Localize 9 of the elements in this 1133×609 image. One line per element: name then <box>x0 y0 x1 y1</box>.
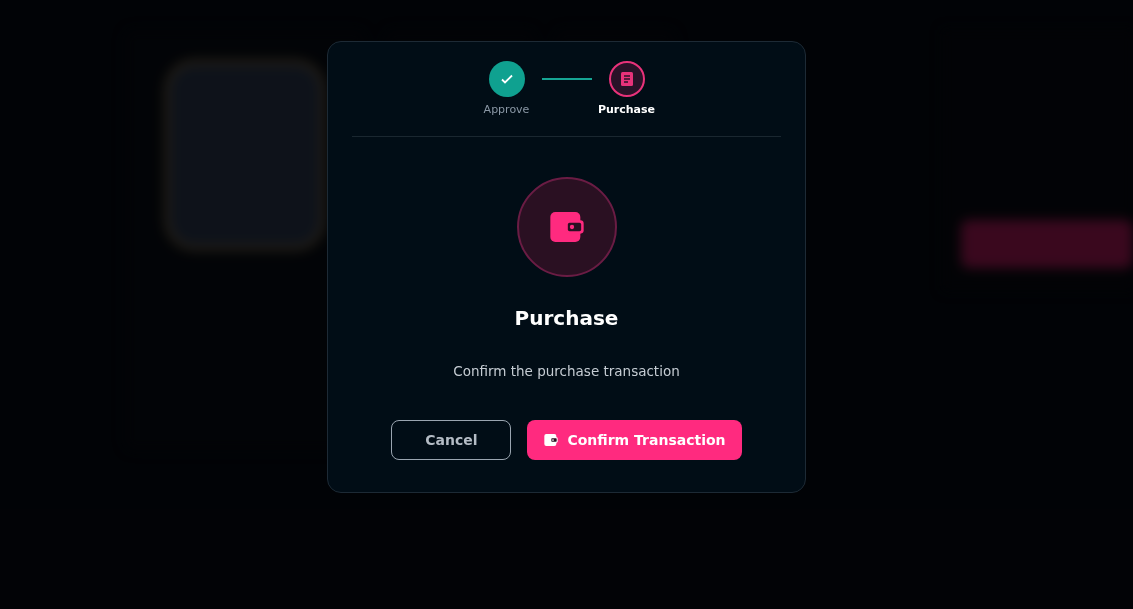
dialog-title: Purchase <box>514 306 619 330</box>
receipt-icon <box>619 71 634 87</box>
dialog-message: Confirm the purchase transaction <box>453 363 680 379</box>
step-label: Approve <box>483 103 530 116</box>
cancel-button[interactable]: Cancel <box>391 420 512 460</box>
confirm-button[interactable]: Confirm Transaction <box>527 420 742 460</box>
wallet-icon <box>543 432 560 448</box>
check-icon <box>499 72 514 86</box>
step-label: Purchase <box>597 103 656 116</box>
